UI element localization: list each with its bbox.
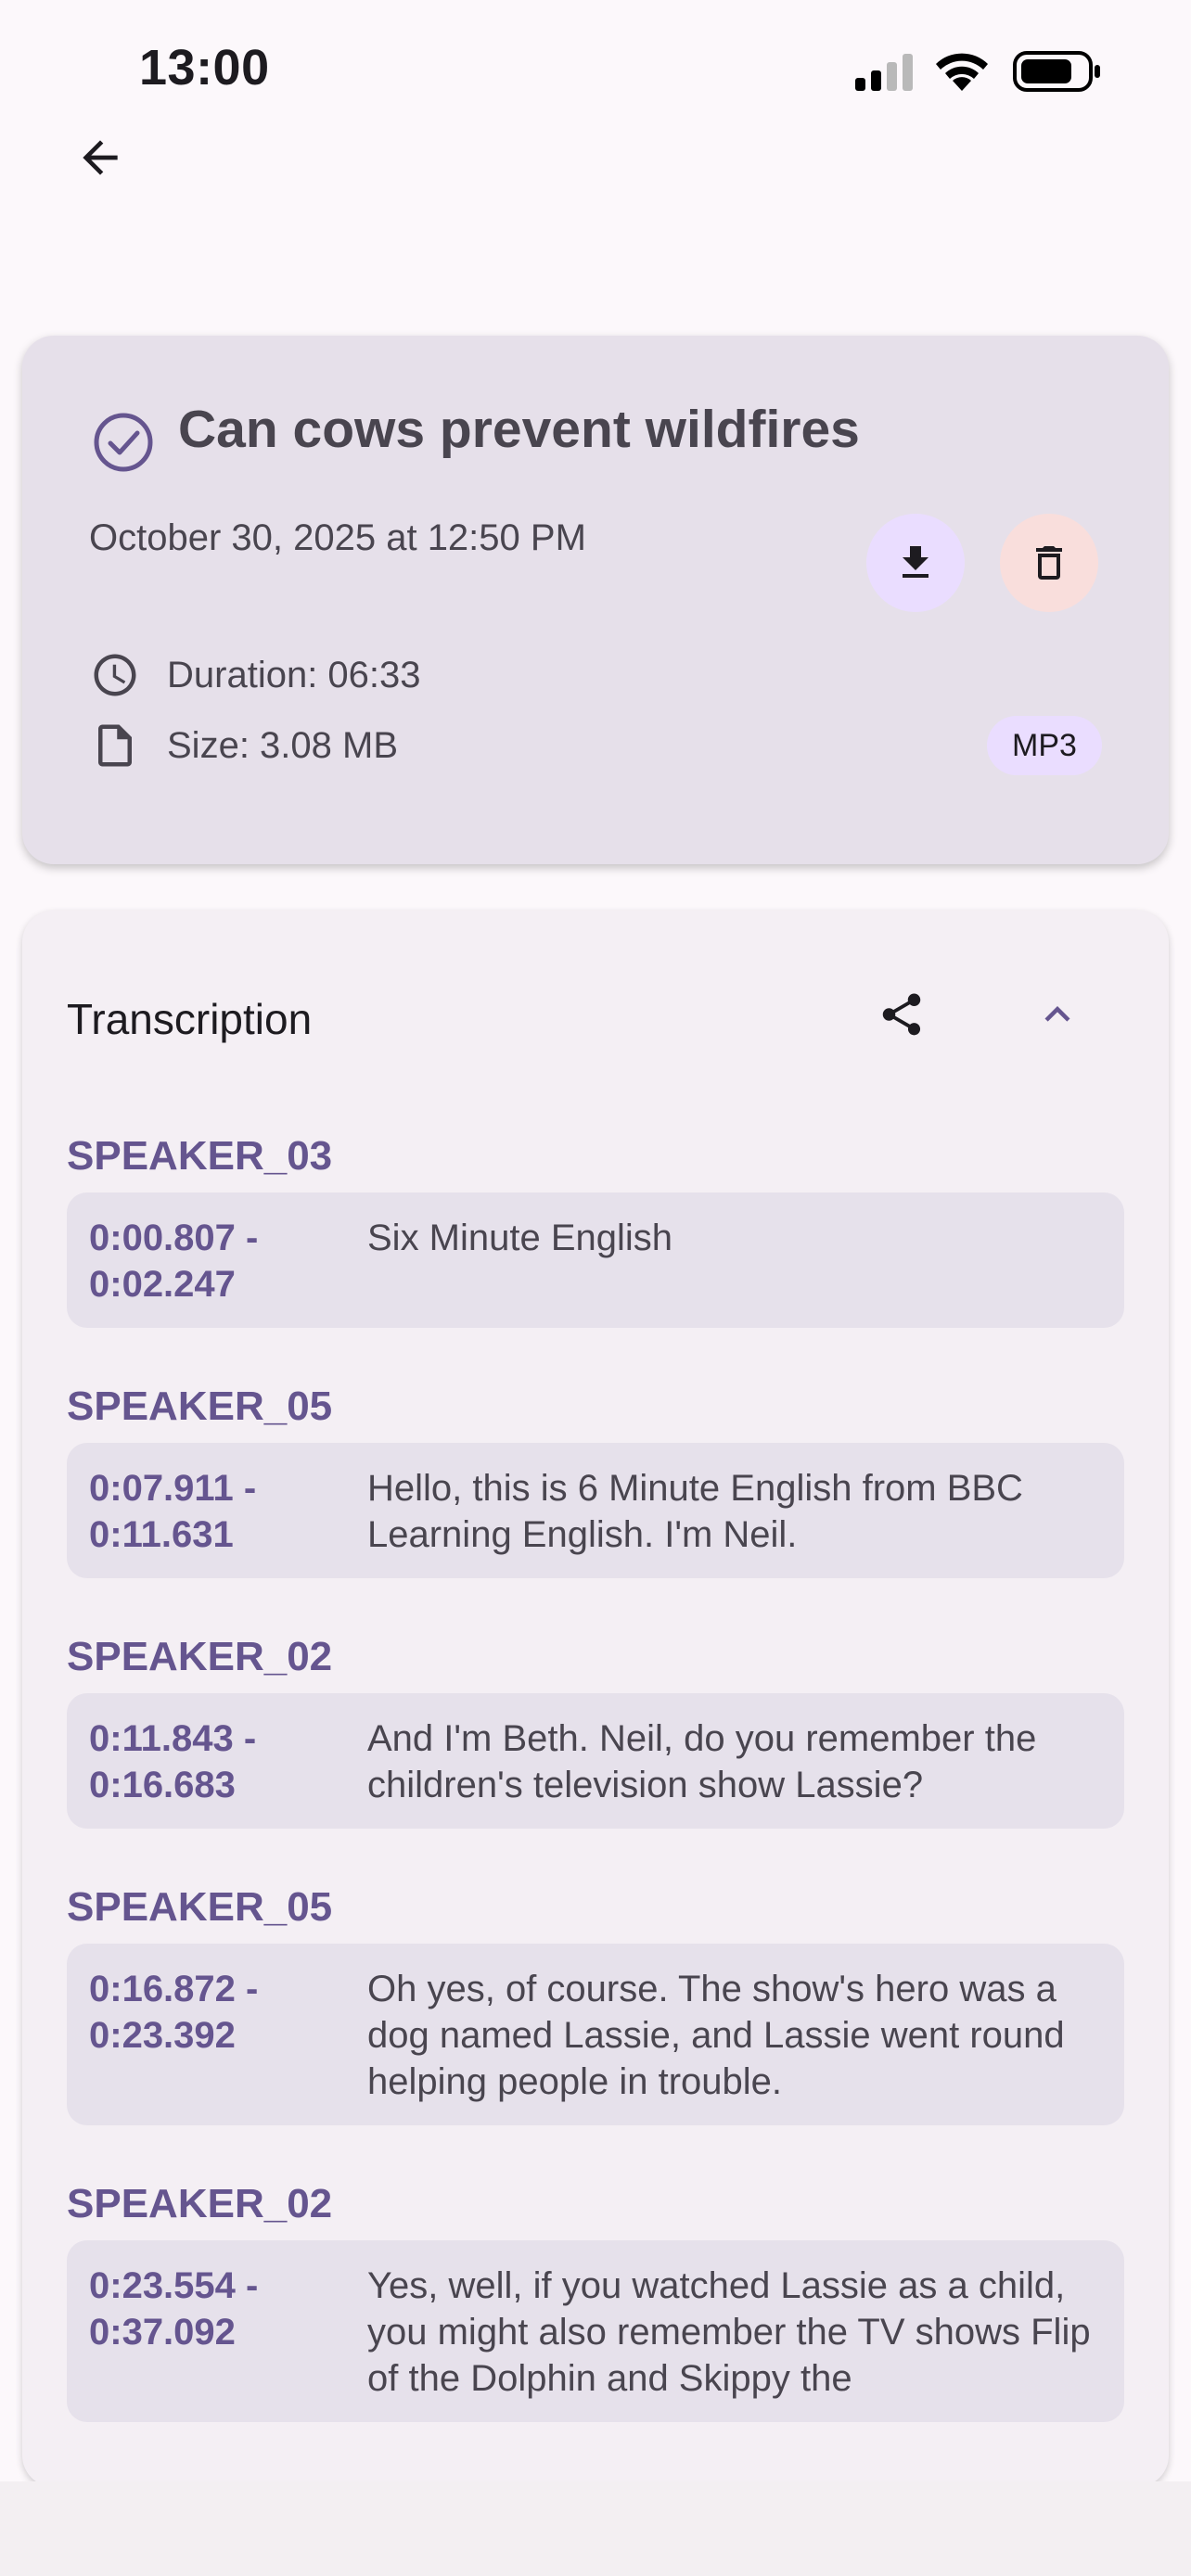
status-bar: 13:00 xyxy=(0,0,1191,130)
clock-icon xyxy=(89,649,141,701)
segment-box: 0:00.807 - 0:02.247 Six Minute English xyxy=(67,1192,1124,1328)
transcript-segment: SPEAKER_05 0:07.911 - 0:11.631 Hello, th… xyxy=(67,1384,1124,1578)
recording-title: Can cows prevent wildfires xyxy=(178,400,860,459)
timestamp-end: 0:23.392 xyxy=(89,2015,236,2056)
transcription-title: Transcription xyxy=(67,995,313,1043)
timestamp-end: 0:11.631 xyxy=(89,1514,234,1555)
segment-box: 0:07.911 - 0:11.631 Hello, this is 6 Min… xyxy=(67,1443,1124,1578)
speaker-label: SPEAKER_05 xyxy=(67,1884,333,1930)
segment-box: 0:11.843 - 0:16.683 And I'm Beth. Neil, … xyxy=(67,1693,1124,1829)
timestamp-start: 0:11.843 - xyxy=(89,1718,257,1759)
segment-text: Yes, well, if you watched Lassie as a ch… xyxy=(367,2265,1091,2399)
share-button[interactable] xyxy=(857,970,946,1059)
timestamp-start: 0:07.911 - xyxy=(89,1468,257,1509)
timestamp-start: 0:16.872 - xyxy=(89,1969,259,2009)
check-circle-icon xyxy=(94,413,153,472)
timestamp-end: 0:16.683 xyxy=(89,1765,236,1805)
speaker-label: SPEAKER_05 xyxy=(67,1384,333,1429)
format-chip: MP3 xyxy=(987,716,1102,775)
timestamp: 0:11.843 - 0:16.683 xyxy=(89,1715,367,1808)
collapse-button[interactable] xyxy=(1013,970,1102,1059)
duration-row: Duration: 06:33 xyxy=(89,647,421,703)
timestamp: 0:16.872 - 0:23.392 xyxy=(89,1966,367,2105)
back-button[interactable] xyxy=(56,113,145,202)
timestamp-start: 0:23.554 - xyxy=(89,2265,259,2306)
timestamp-start: 0:00.807 - xyxy=(89,1218,259,1258)
speaker-label: SPEAKER_03 xyxy=(67,1133,333,1179)
share-icon xyxy=(882,993,921,1036)
timestamp-end: 0:02.247 xyxy=(89,1264,236,1305)
duration-text: Duration: 06:33 xyxy=(167,654,421,695)
size-row: Size: 3.08 MB xyxy=(89,718,398,773)
timestamp-end: 0:37.092 xyxy=(89,2312,236,2353)
transcription-card: Transcription SPEAKER_03 0:00.807 - 0:02… xyxy=(22,911,1169,2487)
segment-box: 0:23.554 - 0:37.092 Yes, well, if you wa… xyxy=(67,2240,1124,2422)
segment-text: Hello, this is 6 Minute English from BBC… xyxy=(367,1468,1023,1555)
size-text: Size: 3.08 MB xyxy=(167,724,399,766)
download-button[interactable] xyxy=(866,514,965,612)
status-time: 13:00 xyxy=(139,40,270,96)
speaker-label: SPEAKER_02 xyxy=(67,1634,333,1679)
timestamp: 0:07.911 - 0:11.631 xyxy=(89,1465,367,1558)
recording-date: October 30, 2025 at 12:50 PM xyxy=(89,517,586,558)
segment-box: 0:16.872 - 0:23.392 Oh yes, of course. T… xyxy=(67,1944,1124,2125)
transcript-segment: SPEAKER_05 0:16.872 - 0:23.392 Oh yes, o… xyxy=(67,1884,1124,2125)
trash-icon xyxy=(1036,546,1062,580)
file-icon xyxy=(89,720,141,772)
download-icon xyxy=(903,546,928,578)
transcript-segment: SPEAKER_02 0:11.843 - 0:16.683 And I'm B… xyxy=(67,1634,1124,1829)
recording-info-card: Can cows prevent wildfires October 30, 2… xyxy=(22,336,1169,864)
arrow-back-icon xyxy=(83,140,118,175)
timestamp: 0:23.554 - 0:37.092 xyxy=(89,2263,367,2402)
speaker-label: SPEAKER_02 xyxy=(67,2181,333,2226)
transcript-segment: SPEAKER_02 0:23.554 - 0:37.092 Yes, well… xyxy=(67,2181,1124,2422)
cellular-signal-icon xyxy=(855,54,913,91)
segment-text: Oh yes, of course. The show's hero was a… xyxy=(367,1969,1065,2102)
battery-icon xyxy=(1013,51,1100,92)
bottom-safe-area xyxy=(0,2481,1191,2576)
wifi-icon xyxy=(936,53,988,91)
timestamp: 0:00.807 - 0:02.247 xyxy=(89,1215,367,1307)
delete-button[interactable] xyxy=(1000,514,1098,612)
segment-text: And I'm Beth. Neil, do you remember the … xyxy=(367,1718,1037,1805)
transcript-list: SPEAKER_03 0:00.807 - 0:02.247 Six Minut… xyxy=(67,1133,1124,2478)
transcript-segment: SPEAKER_03 0:00.807 - 0:02.247 Six Minut… xyxy=(67,1133,1124,1328)
chevron-up-icon xyxy=(1044,1006,1070,1022)
segment-text: Six Minute English xyxy=(367,1218,673,1258)
